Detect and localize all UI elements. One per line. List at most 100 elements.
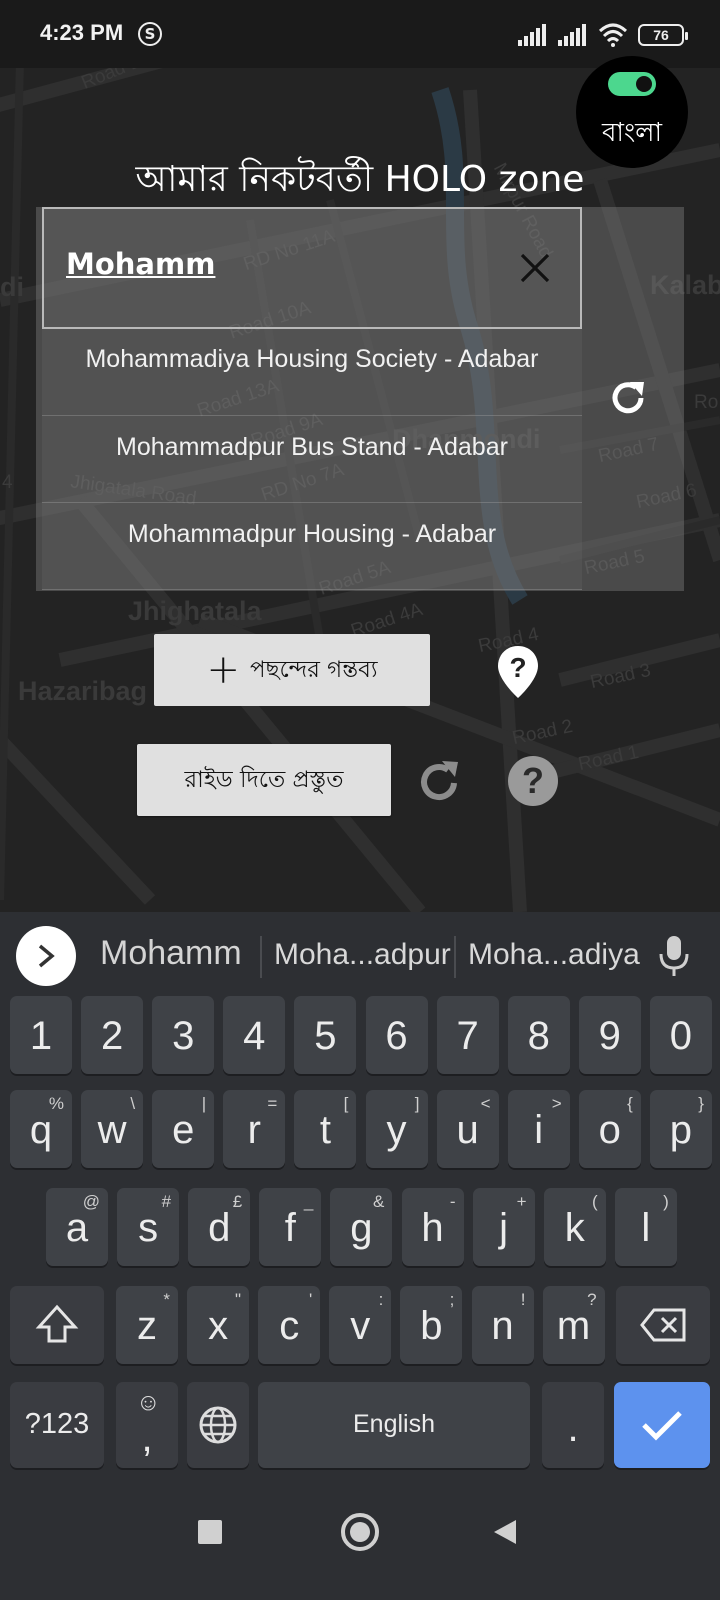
key-u[interactable]: u < [436,1090,499,1168]
space-key[interactable]: English [258,1382,530,1468]
key-alt-label: + [516,1192,527,1211]
key-label: 3 [172,1014,195,1058]
key-d[interactable]: d £ [188,1188,251,1266]
key-label: a [65,1206,89,1250]
key-alt-label: £ [232,1192,243,1211]
backspace-key[interactable] [616,1286,710,1364]
key-0[interactable]: 0 [649,996,712,1074]
ready-to-ride-button[interactable]: রাইড দিতে প্রস্তুত [137,744,391,816]
key-5[interactable]: 5 [294,996,357,1074]
key-w[interactable]: w \ [81,1090,144,1168]
map-label: Jhighatala [128,596,262,626]
key-label: i [534,1108,544,1152]
key-n[interactable]: n! [471,1286,534,1364]
map-label: Ro [694,392,719,413]
key-r[interactable]: r = [223,1090,286,1168]
expand-toolbar-button[interactable] [16,926,76,986]
key-alt-label: ! [520,1290,526,1309]
key-b[interactable]: b; [400,1286,463,1364]
key-label: d [208,1206,231,1250]
word-suggestion[interactable]: Moha...adpur [274,938,451,972]
enter-key[interactable] [614,1382,710,1468]
search-input[interactable]: Mohamm [42,207,582,329]
key-8[interactable]: 8 [507,996,570,1074]
key-i[interactable]: i > [507,1090,570,1168]
key-j[interactable]: j + [472,1188,535,1266]
key-alt-label: & [373,1192,385,1211]
key-label: j [499,1206,509,1250]
key-3[interactable]: 3 [152,996,215,1074]
key-y[interactable]: y] [365,1090,428,1168]
key-x[interactable]: x " [187,1286,250,1364]
key-label: , [141,1416,153,1460]
word-suggestion[interactable]: Mohamm [100,934,242,973]
suggestion-item[interactable]: Mohammadpur Housing - Adabar [42,503,582,590]
key-label: 9 [598,1014,621,1058]
suggestion-item[interactable]: Mohammadiya Housing Society - Adabar [42,329,582,416]
key-t[interactable]: t[ [294,1090,357,1168]
key-label: z [137,1304,157,1348]
key-z[interactable]: z * [116,1286,178,1364]
language-key[interactable] [187,1382,249,1468]
key-alt-label: | [201,1094,207,1113]
help-icon[interactable]: ? [508,756,558,806]
word-suggestion[interactable]: Moha...adiya [468,938,640,972]
key-v[interactable]: v: [329,1286,392,1364]
help-pin-icon[interactable]: ? [496,644,540,700]
key-label: x [208,1304,229,1348]
key-q[interactable]: q% [10,1090,72,1168]
backspace-icon [640,1308,686,1342]
key-alt-label: } [698,1094,704,1113]
refresh-icon[interactable] [606,376,650,420]
notification-app-icon: S [138,22,162,46]
key-4[interactable]: 4 [223,996,286,1074]
key-l[interactable]: l) [614,1188,677,1266]
key-7[interactable]: 7 [436,996,499,1074]
comma-key[interactable]: , ☺ [116,1382,178,1468]
toggle-switch[interactable] [608,72,656,96]
key-label: y [386,1108,407,1152]
key-a[interactable]: a @ [46,1188,108,1266]
key-f[interactable]: f _ [259,1188,322,1266]
key-k[interactable]: k( [543,1188,606,1266]
key-alt-label: " [235,1290,242,1309]
key-label: s [138,1206,159,1250]
key-alt-label: % [48,1094,64,1113]
home-icon[interactable] [341,1513,379,1551]
key-9[interactable]: 9 [578,996,641,1074]
refresh-icon[interactable] [416,755,464,807]
period-key[interactable]: . [542,1382,604,1468]
key-m[interactable]: m? [542,1286,605,1364]
favorite-destination-button[interactable]: + পছন্দের গন্তব্য [154,634,430,706]
key-alt-label: { [627,1094,633,1113]
signal-icon [558,24,586,46]
key-label: e [172,1108,195,1152]
shift-key[interactable] [10,1286,104,1364]
key-6[interactable]: 6 [365,996,428,1074]
key-label: 1 [29,1014,53,1058]
key-h[interactable]: h- [401,1188,464,1266]
key-2[interactable]: 2 [81,996,144,1074]
globe-icon [199,1406,237,1444]
key-p[interactable]: p} [649,1090,712,1168]
key-c[interactable]: c ' [258,1286,321,1364]
key-1[interactable]: 1 [10,996,72,1074]
key-s[interactable]: s # [117,1188,180,1266]
symbols-key[interactable]: ?123 [10,1382,104,1468]
key-label: 8 [527,1014,550,1058]
map-label: Hazaribag [18,676,148,706]
key-g[interactable]: g & [330,1188,393,1266]
microphone-icon[interactable] [656,934,692,978]
key-label: 7 [456,1014,479,1058]
recent-apps-icon[interactable] [198,1520,222,1544]
key-e[interactable]: e | [152,1090,215,1168]
back-icon[interactable] [492,1518,518,1546]
suggestion-item[interactable]: Mohammadpur Bus Stand - Adabar [42,416,582,503]
key-label: 5 [314,1014,337,1058]
key-o[interactable]: o{ [578,1090,641,1168]
search-query[interactable]: Mohamm [66,247,215,281]
shift-icon [35,1304,79,1343]
key-alt-label: = [267,1094,278,1113]
svg-text:?: ? [509,652,526,683]
close-icon[interactable] [518,251,552,285]
